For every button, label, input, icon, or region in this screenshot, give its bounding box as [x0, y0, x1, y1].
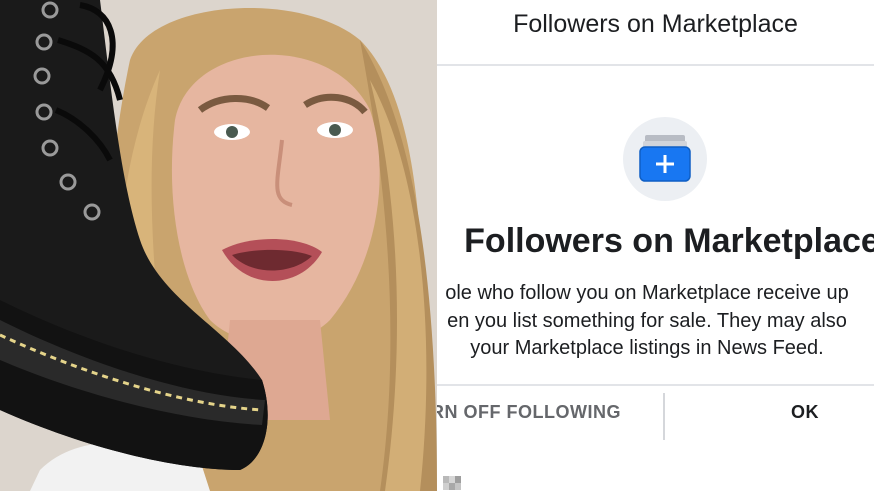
actions-divider [437, 384, 874, 386]
header-divider [437, 64, 874, 66]
description-line-1: ole who follow you on Marketplace receiv… [445, 282, 849, 304]
photo-illustration [0, 0, 437, 491]
dialog-description: ole who follow you on Marketplace receiv… [437, 280, 874, 363]
description-line-2: en you list something for sale. They may… [447, 309, 847, 332]
marketplace-followers-dialog: Followers on Marketplace Followers on Ma… [437, 0, 874, 491]
turn-off-following-button[interactable]: RN OFF FOLLOWING [437, 402, 621, 423]
dialog-heading: Followers on Marketplace [464, 222, 874, 260]
pixelated-thumbnail [443, 476, 461, 490]
dialog-title: Followers on Marketplace [513, 10, 798, 38]
description-line-3: your Marketplace listings in News Feed. [470, 337, 824, 359]
buttons-separator [663, 393, 665, 440]
video-frame-photo [0, 0, 437, 491]
marketplace-folder-add-icon [623, 117, 707, 201]
ok-button[interactable]: OK [791, 402, 819, 423]
